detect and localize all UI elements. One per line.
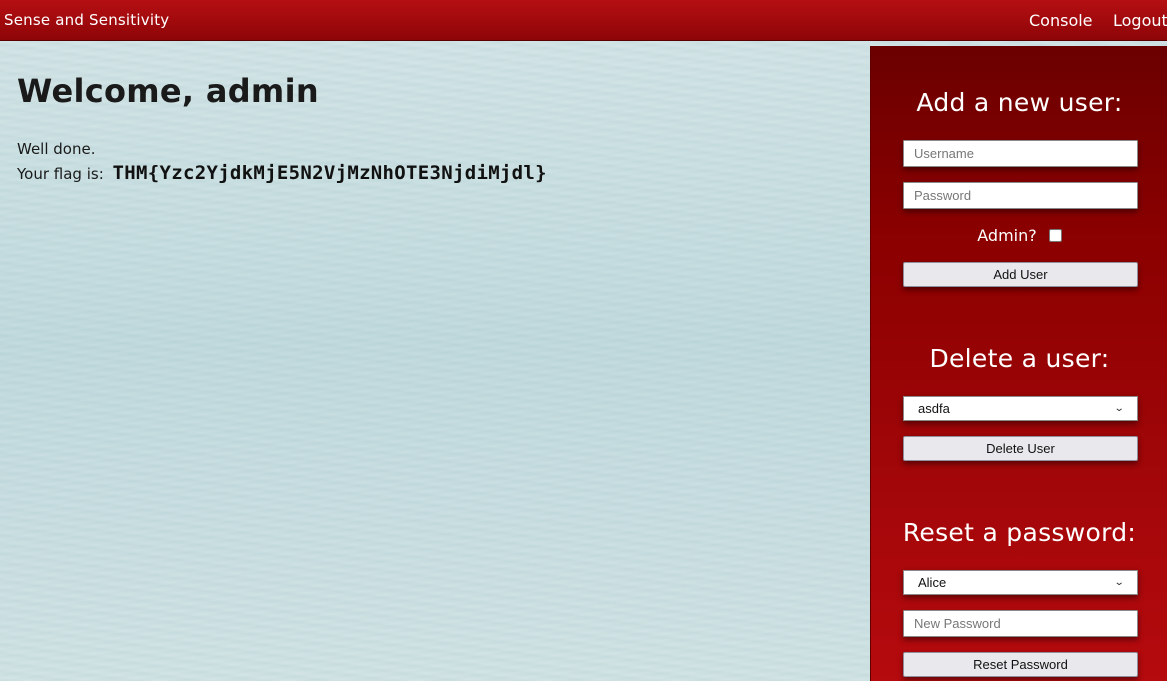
password-input[interactable] — [903, 182, 1138, 209]
brand-link[interactable]: Sense and Sensitivity — [4, 11, 169, 29]
add-user-title: Add a new user: — [916, 88, 1123, 117]
flag-line: Your flag is: THM{Yzc2YjdkMjE5N2VjMzNhOT… — [17, 162, 547, 184]
delete-user-select[interactable]: asdfa ⌄ — [903, 396, 1138, 421]
delete-user-button[interactable]: Delete User — [903, 436, 1138, 461]
page-title: Welcome, admin — [17, 72, 319, 110]
delete-user-selected: asdfa — [918, 401, 950, 416]
flag-prefix: Your flag is: — [17, 165, 104, 183]
reset-password-button[interactable]: Reset Password — [903, 652, 1138, 677]
admin-label: Admin? — [977, 226, 1037, 245]
admin-checkbox[interactable] — [1048, 229, 1062, 242]
admin-sidebar: Add a new user: Admin? Add User Delete a… — [870, 46, 1167, 681]
username-input[interactable] — [903, 140, 1138, 167]
main-content: Welcome, admin Well done. Your flag is: … — [17, 72, 857, 184]
add-user-button[interactable]: Add User — [903, 262, 1138, 287]
top-navbar: Sense and Sensitivity Console Logout — [0, 0, 1167, 41]
chevron-down-icon: ⌄ — [1113, 403, 1125, 414]
reset-password-title: Reset a password: — [902, 518, 1137, 547]
logout-link[interactable]: Logout — [1113, 11, 1167, 30]
reset-user-selected: Alice — [918, 575, 947, 590]
success-message: Well done. — [17, 140, 96, 158]
console-link[interactable]: Console — [1029, 11, 1093, 30]
delete-user-title: Delete a user: — [929, 344, 1110, 373]
chevron-down-icon: ⌄ — [1113, 577, 1125, 588]
new-password-input[interactable] — [903, 610, 1138, 637]
flag-value: THM{Yzc2YjdkMjE5N2VjMzNhOTE3NjdiMjdl} — [112, 162, 547, 184]
reset-user-select[interactable]: Alice ⌄ — [903, 570, 1138, 595]
admin-toggle-row: Admin? — [871, 226, 1167, 245]
